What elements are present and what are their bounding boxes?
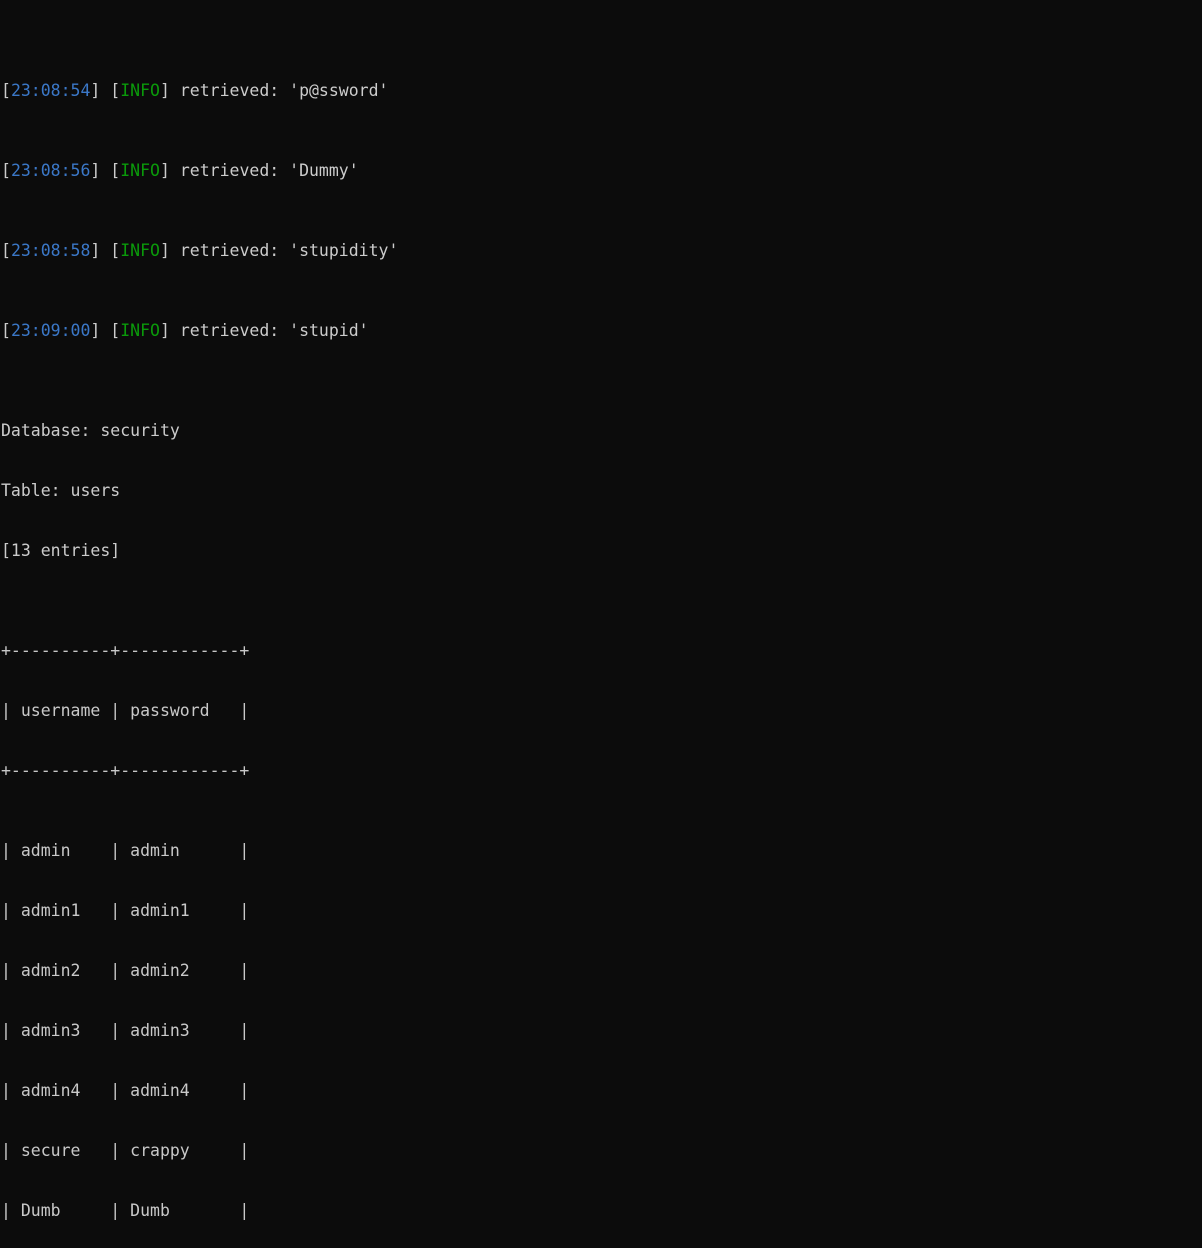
log-line-retrieved: [23:08:58] [INFO] retrieved: 'stupidity': [1, 241, 1202, 261]
entry-count-line: [13 entries]: [1, 541, 121, 560]
log-timestamp: 23:09:00: [10, 321, 91, 340]
log-message: retrieved: 'p@ssword': [179, 81, 389, 100]
log-message: retrieved: 'stupidity': [179, 241, 399, 260]
bracket-open: [: [1, 81, 11, 100]
bracket-close: ] [: [90, 81, 121, 100]
bracket-close: ] [: [90, 241, 121, 260]
table-rule-header: +----------+------------+: [1, 761, 250, 780]
table-rule-top: +----------+------------+: [1, 641, 250, 660]
log-line-retrieved: [23:09:00] [INFO] retrieved: 'stupid': [1, 321, 1202, 341]
bracket-close: ]: [159, 81, 180, 100]
database-name-line: Database: security: [1, 421, 180, 440]
log-timestamp: 23:08:58: [10, 241, 91, 260]
log-level: INFO: [120, 241, 160, 260]
log-line-retrieved: [23:08:56] [INFO] retrieved: 'Dummy': [1, 161, 1202, 181]
table-row: | Dumb | Dumb |: [1, 1201, 250, 1220]
log-level: INFO: [120, 161, 160, 180]
table-row: | admin4 | admin4 |: [1, 1081, 250, 1100]
table-row: | admin2 | admin2 |: [1, 961, 250, 980]
table-row: | admin1 | admin1 |: [1, 901, 250, 920]
log-level: INFO: [120, 321, 160, 340]
log-timestamp: 23:08:54: [10, 81, 91, 100]
bracket-close: ]: [159, 241, 180, 260]
table-row: | admin | admin |: [1, 841, 250, 860]
log-line-retrieved: [23:08:54] [INFO] retrieved: 'p@ssword': [1, 81, 1202, 101]
table-header-row: | username | password |: [1, 701, 250, 720]
bracket-close: ] [: [90, 321, 121, 340]
bracket-open: [: [1, 321, 11, 340]
terminal-output[interactable]: [23:08:54] [INFO] retrieved: 'p@ssword' …: [0, 0, 1202, 1220]
table-name-line: Table: users: [1, 481, 121, 500]
log-message: retrieved: 'Dummy': [179, 161, 359, 180]
log-level: INFO: [120, 81, 160, 100]
bracket-close: ] [: [90, 161, 121, 180]
log-message: retrieved: 'stupid': [179, 321, 369, 340]
bracket-open: [: [1, 241, 11, 260]
log-timestamp: 23:08:56: [10, 161, 91, 180]
bracket-close: ]: [159, 321, 180, 340]
table-row: | admin3 | admin3 |: [1, 1021, 250, 1040]
bracket-open: [: [1, 161, 11, 180]
bracket-close: ]: [159, 161, 180, 180]
table-row: | secure | crappy |: [1, 1141, 250, 1160]
